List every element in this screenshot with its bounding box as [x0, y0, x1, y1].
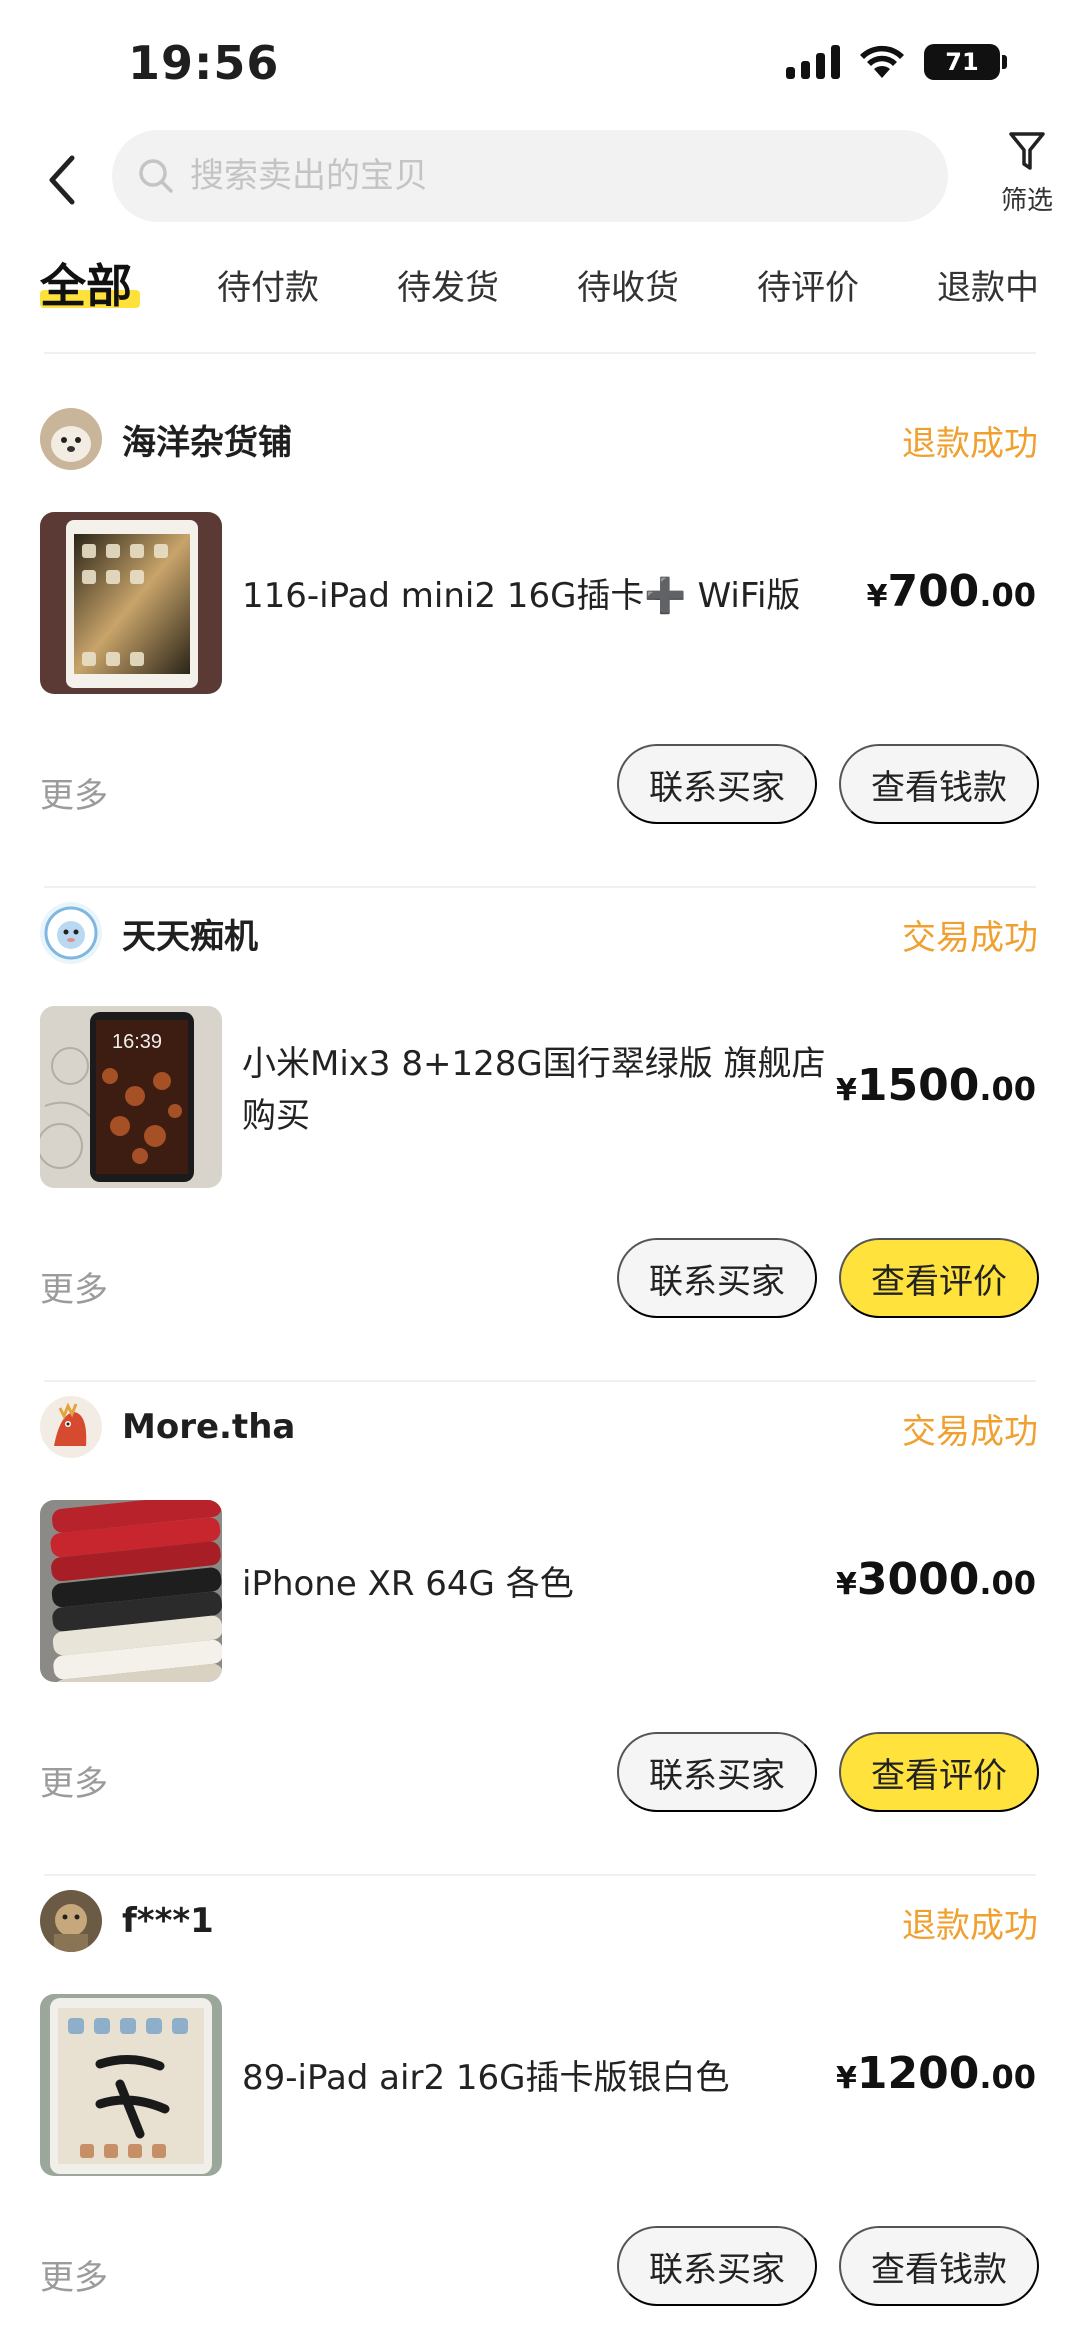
price-decimal: .00	[979, 1070, 1036, 1108]
currency-symbol: ¥	[835, 2061, 857, 2096]
view-review-button[interactable]: 查看评价	[839, 1732, 1039, 1812]
price-integer: 1500	[856, 1060, 980, 1111]
divider	[44, 1874, 1036, 1876]
status-bar: 19:56 71	[0, 0, 1080, 120]
price-integer: 3000	[856, 1554, 980, 1605]
price-integer: 700	[887, 566, 980, 617]
shop-row[interactable]: 海洋杂货铺	[40, 408, 292, 470]
shop-row[interactable]: More.tha	[40, 1396, 295, 1458]
price-decimal: .00	[979, 1564, 1036, 1602]
wifi-icon	[858, 44, 906, 80]
cellular-signal-icon	[786, 45, 840, 79]
order-status: 交易成功	[902, 1412, 1038, 1452]
more-link[interactable]: 更多	[40, 2250, 108, 2299]
shop-row[interactable]: 天天痴机	[40, 902, 258, 964]
back-arrow-icon[interactable]	[42, 150, 92, 210]
order-status: 退款成功	[902, 1906, 1038, 1946]
view-payment-button[interactable]: 查看钱款	[839, 2226, 1039, 2306]
order-card: 海洋杂货铺 退款成功 116-iPad mini2 16G插卡➕ WiFi版 ¥…	[0, 408, 1080, 902]
shop-name: 天天痴机	[122, 916, 258, 957]
product-image[interactable]	[40, 1994, 222, 2176]
divider	[44, 1380, 1036, 1382]
tab-pending-receipt[interactable]: 待收货	[577, 260, 679, 309]
more-link[interactable]: 更多	[40, 768, 108, 817]
avatar	[40, 408, 102, 470]
price: ¥700.00	[867, 566, 1036, 617]
currency-symbol: ¥	[835, 1073, 857, 1108]
order-card: f***1 退款成功 89-iPad air2 16G插卡版银白色 ¥1200.…	[0, 1890, 1080, 2337]
contact-buyer-button[interactable]: 联系买家	[617, 1238, 817, 1318]
tab-pending-payment[interactable]: 待付款	[217, 260, 319, 309]
avatar	[40, 1890, 102, 1952]
price: ¥3000.00	[836, 1554, 1036, 1605]
order-card: 天天痴机 交易成功 16:39 小米Mix3 8+128G国行翠绿版 旗舰店购买…	[0, 902, 1080, 1396]
tab-pending-review[interactable]: 待评价	[757, 260, 859, 309]
order-status: 退款成功	[902, 424, 1038, 464]
contact-buyer-button[interactable]: 联系买家	[617, 744, 817, 824]
view-review-button[interactable]: 查看评价	[839, 1238, 1039, 1318]
search-header: 筛选	[0, 120, 1080, 230]
avatar	[40, 1396, 102, 1458]
price-decimal: .00	[979, 2058, 1036, 2096]
currency-symbol: ¥	[866, 579, 888, 614]
shop-row[interactable]: f***1	[40, 1890, 214, 1952]
filter-funnel-icon	[1009, 132, 1045, 170]
product-title[interactable]: 小米Mix3 8+128G国行翠绿版 旗舰店购买	[242, 1038, 832, 1142]
product-image[interactable]	[40, 1500, 222, 1682]
product-image[interactable]	[40, 512, 222, 694]
search-input[interactable]	[190, 156, 870, 196]
product-title[interactable]: 89-iPad air2 16G插卡版银白色	[242, 2052, 832, 2104]
price-integer: 1200	[856, 2048, 980, 2099]
price: ¥1500.00	[836, 1060, 1036, 1111]
view-payment-button[interactable]: 查看钱款	[839, 744, 1039, 824]
search-box[interactable]	[112, 130, 948, 222]
more-link[interactable]: 更多	[40, 1756, 108, 1805]
more-link[interactable]: 更多	[40, 1262, 108, 1311]
divider	[44, 352, 1036, 354]
shop-name: f***1	[122, 1901, 214, 1941]
product-title[interactable]: 116-iPad mini2 16G插卡➕ WiFi版	[242, 570, 832, 622]
tab-pending-shipment[interactable]: 待发货	[397, 260, 499, 309]
tab-all[interactable]: 全部	[40, 250, 132, 316]
product-image[interactable]: 16:39	[40, 1006, 222, 1188]
shop-name: More.tha	[122, 1407, 296, 1447]
order-card: More.tha 交易成功 iPhone XR 64G 各色 ¥3000.00 …	[0, 1396, 1080, 1890]
product-title[interactable]: iPhone XR 64G 各色	[242, 1558, 832, 1610]
order-status-tabs: 全部 待付款 待发货 待收货 待评价 退款中	[0, 240, 1080, 350]
search-icon	[139, 159, 173, 193]
status-icons: 71	[786, 44, 1007, 80]
status-time: 19:56	[128, 36, 280, 90]
price-decimal: .00	[979, 576, 1036, 614]
filter-button[interactable]: 筛选	[982, 130, 1072, 217]
avatar	[40, 902, 102, 964]
price: ¥1200.00	[836, 2048, 1036, 2099]
divider	[44, 886, 1036, 888]
shop-name: 海洋杂货铺	[122, 422, 292, 463]
contact-buyer-button[interactable]: 联系买家	[617, 1732, 817, 1812]
svg-text:16:39: 16:39	[112, 1031, 162, 1053]
contact-buyer-button[interactable]: 联系买家	[617, 2226, 817, 2306]
order-status: 交易成功	[902, 918, 1038, 958]
currency-symbol: ¥	[835, 1567, 857, 1602]
tab-refunding[interactable]: 退款中	[937, 260, 1039, 309]
battery-icon: 71	[924, 44, 1007, 80]
filter-label: 筛选	[1000, 186, 1053, 216]
